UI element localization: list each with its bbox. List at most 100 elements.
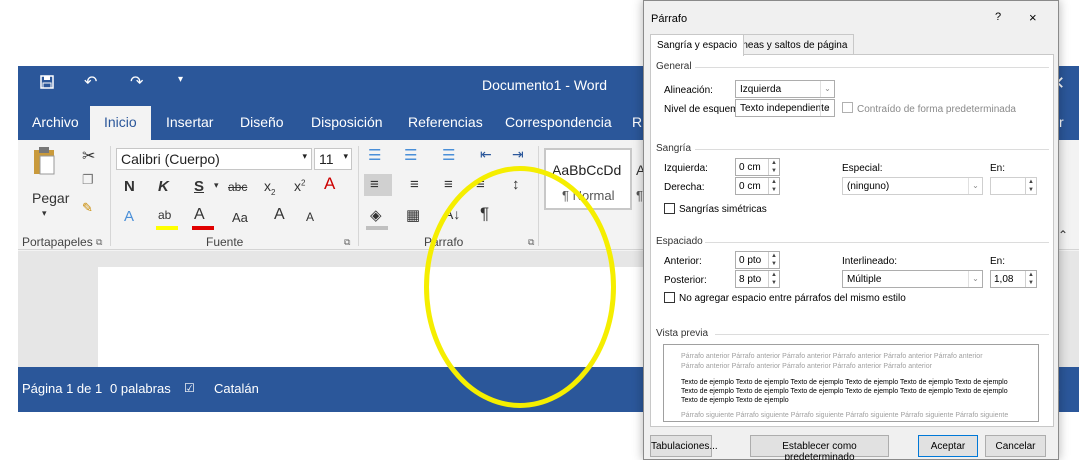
collapsed-checkbox[interactable]	[842, 102, 853, 113]
spinner-arrows-icon[interactable]: ▲ ▼	[768, 252, 779, 268]
cancel-button[interactable]: Cancelar	[985, 435, 1046, 457]
tab-inicio[interactable]: Inicio	[90, 106, 151, 140]
cut-icon[interactable]: ✂	[82, 146, 95, 166]
tab-archivo[interactable]: Archivo	[32, 114, 79, 130]
spacing-at-spinner[interactable]: 1,08 ▲ ▼	[990, 270, 1037, 288]
tab-disposicion[interactable]: Disposición	[311, 114, 383, 130]
chevron-down-icon: ⌄	[820, 100, 834, 116]
tab-line-page-breaks[interactable]: Líneas y saltos de página	[727, 34, 855, 55]
tab-referencias[interactable]: Referencias	[408, 114, 483, 130]
borders-icon[interactable]: ▦	[406, 206, 420, 224]
alignment-value: Izquierda	[740, 84, 782, 95]
change-case-icon[interactable]: Aa	[232, 210, 248, 225]
shading-icon[interactable]: ◈	[370, 206, 382, 224]
special-value: (ninguno)	[847, 181, 890, 192]
indent-left-spinner[interactable]: 0 cm ▲ ▼	[735, 158, 780, 176]
ok-button[interactable]: Aceptar	[918, 435, 978, 457]
font-color-icon[interactable]: A	[194, 206, 205, 224]
line-spacing-select[interactable]: Múltiple ⌄	[842, 270, 983, 288]
tab-revisar[interactable]: R	[632, 114, 642, 130]
text-effects-icon[interactable]: A	[124, 208, 134, 225]
font-name-value: Calibri (Cuerpo)	[121, 151, 220, 167]
align-left-icon[interactable]: ≡	[370, 176, 379, 193]
outline-level-select[interactable]: Texto independiente ⌄	[735, 99, 835, 117]
set-default-button[interactable]: Establecer como predeterminado	[750, 435, 889, 460]
font-size-box[interactable]: 11 ▾	[314, 148, 352, 170]
subscript-icon[interactable]: x2	[264, 178, 275, 197]
spinner-arrows-icon[interactable]: ▲ ▼	[1025, 178, 1036, 194]
chevron-down-icon: ⌄	[968, 178, 982, 194]
bullets-icon[interactable]: ☰	[368, 146, 381, 164]
line-spacing-value: Múltiple	[847, 274, 882, 285]
indent-by-spinner[interactable]: ▲ ▼	[990, 177, 1037, 195]
word-count[interactable]: 0 palabras	[110, 381, 171, 396]
clear-formatting-icon[interactable]: A	[324, 174, 335, 194]
chevron-down-icon: ▾	[343, 151, 348, 161]
copy-icon[interactable]: ❐	[82, 172, 94, 188]
no-space-same-style-checkbox[interactable]	[664, 292, 675, 303]
spinner-arrows-icon[interactable]: ▲ ▼	[1025, 271, 1036, 287]
highlight-color-bar	[156, 226, 178, 230]
align-right-icon[interactable]: ≡	[444, 176, 453, 193]
spinner-arrows-icon[interactable]: ▲ ▼	[768, 159, 779, 175]
line-spacing-label: Interlineado:	[842, 256, 898, 267]
spinner-arrows-icon[interactable]: ▲ ▼	[768, 178, 779, 194]
collapse-ribbon-icon[interactable]: ⌃	[1058, 228, 1068, 242]
special-select[interactable]: (ninguno) ⌄	[842, 177, 983, 195]
mirror-indents-checkbox[interactable]	[664, 203, 675, 214]
customize-icon[interactable]: ▾	[178, 74, 183, 85]
preview-previous-line: Párrafo anterior Párrafo anterior Párraf…	[681, 363, 932, 370]
save-icon[interactable]	[40, 75, 54, 94]
proofing-icon[interactable]: ☑	[184, 381, 195, 395]
underline-icon[interactable]: S	[194, 178, 204, 195]
indent-right-spinner[interactable]: 0 cm ▲ ▼	[735, 177, 780, 195]
font-name-box[interactable]: Calibri (Cuerpo) ▾	[116, 148, 312, 170]
tab-diseno[interactable]: Diseño	[240, 114, 284, 130]
superscript-icon[interactable]: x2	[294, 178, 305, 194]
redo-icon[interactable]: ↷	[130, 72, 143, 92]
section-divider	[695, 67, 1049, 68]
cancel-button-label: Cancelar	[995, 441, 1036, 452]
tab-insertar[interactable]: Insertar	[166, 114, 213, 130]
tab-indents-spacing[interactable]: Sangría y espacio	[650, 34, 745, 56]
section-general: General	[656, 61, 692, 72]
section-divider	[715, 334, 1049, 335]
paste-icon[interactable]	[32, 146, 58, 179]
page-count[interactable]: Página 1 de 1	[22, 381, 102, 396]
multilevel-list-icon[interactable]: ☰	[442, 146, 455, 164]
underline-dropdown-icon[interactable]: ▾	[214, 180, 219, 191]
clipboard-launcher-icon[interactable]: ⧉	[96, 237, 102, 248]
paste-dropdown-icon[interactable]: ▾	[42, 208, 47, 219]
increase-indent-icon[interactable]: ⇥	[512, 146, 524, 163]
grow-font-icon[interactable]: A	[274, 206, 285, 224]
decrease-indent-icon[interactable]: ⇤	[480, 146, 492, 163]
space-after-value: 8 pto	[739, 274, 762, 285]
tabs-button-label: Tabulaciones...	[651, 441, 718, 452]
paste-label[interactable]: Pegar	[32, 190, 69, 206]
align-center-icon[interactable]: ≡	[410, 176, 419, 193]
highlight-icon[interactable]: ab	[158, 208, 171, 222]
spinner-arrows-icon[interactable]: ▲ ▼	[768, 271, 779, 287]
tab-correspondencia[interactable]: Correspondencia	[505, 114, 612, 130]
language[interactable]: Catalán	[214, 381, 259, 396]
bold-icon[interactable]: N	[124, 178, 135, 195]
numbering-icon[interactable]: ☰	[404, 146, 417, 164]
shrink-font-icon[interactable]: A	[306, 210, 314, 224]
section-spacing: Espaciado	[656, 236, 703, 247]
strikethrough-icon[interactable]: abc	[228, 180, 247, 194]
space-before-label: Anterior:	[664, 256, 702, 267]
italic-icon[interactable]: K	[158, 178, 169, 195]
font-launcher-icon[interactable]: ⧉	[344, 237, 350, 248]
section-preview: Vista previa	[656, 328, 709, 339]
space-after-spinner[interactable]: 8 pto ▲ ▼	[735, 270, 780, 288]
alignment-select[interactable]: Izquierda ⌄	[735, 80, 835, 98]
style-next-name[interactable]: ¶	[636, 188, 643, 203]
format-painter-icon[interactable]: ✎	[82, 200, 93, 216]
tabs-button[interactable]: Tabulaciones...	[650, 435, 718, 457]
undo-icon[interactable]: ↶	[84, 72, 97, 92]
space-before-spinner[interactable]: 0 pto ▲ ▼	[735, 251, 780, 269]
dialog-close-icon[interactable]: ×	[1029, 10, 1037, 25]
help-icon[interactable]: ?	[995, 11, 1001, 23]
dialog-panel: General Alineación: Izquierda ⌄ Nivel de…	[650, 54, 1054, 427]
yellow-circle-annotation	[424, 166, 616, 408]
